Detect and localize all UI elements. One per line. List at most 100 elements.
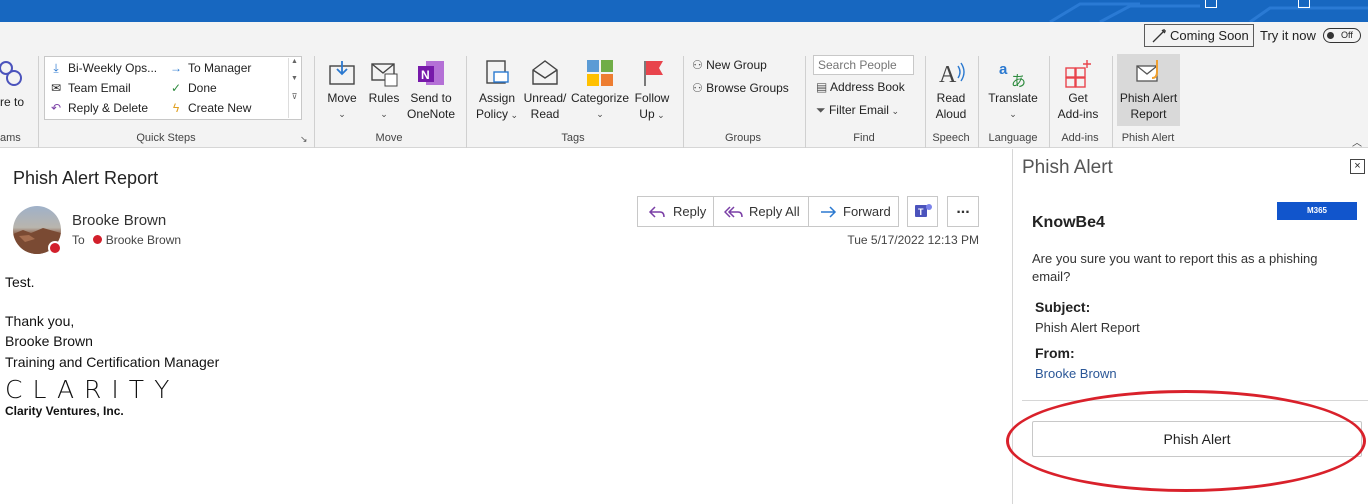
rules-button[interactable]: Rules ⌄: [366, 58, 402, 122]
chevron-down-icon: ⌄: [338, 109, 346, 119]
unread-label: Unread/: [523, 91, 567, 105]
email-date: Tue 5/17/2022 12:13 PM: [847, 233, 979, 247]
filter-email-label: Filter Email: [828, 103, 889, 117]
checkmark-icon: ✓: [170, 81, 182, 95]
recipient-name[interactable]: Brooke Brown: [106, 233, 181, 247]
address-book-button[interactable]: ▤ Address Book: [816, 80, 905, 94]
move-to-folder-icon: ⤓: [53, 61, 59, 75]
reply-all-icon: [724, 206, 743, 218]
more-actions-button[interactable]: ...: [947, 196, 979, 227]
presence-busy-icon: [92, 235, 102, 244]
restore-icon[interactable]: [1205, 0, 1217, 8]
svg-text:あ: あ: [1011, 72, 1026, 88]
onenote-icon: N: [418, 61, 444, 85]
svg-text:T: T: [918, 207, 924, 217]
reply-label: Reply: [673, 204, 707, 219]
forward-button[interactable]: Forward: [809, 197, 898, 226]
title-bar-decoration: [1049, 2, 1368, 22]
unread-read-button[interactable]: Unread/ Read: [522, 58, 568, 122]
coming-soon-button[interactable]: Coming Soon: [1144, 24, 1254, 47]
arrow-right-icon: →: [170, 61, 182, 75]
m365-badge: M365: [1277, 202, 1357, 220]
body-line: Thank you,: [5, 313, 75, 329]
highlight-circle: [1006, 390, 1366, 492]
chevron-down-icon: ⌄: [507, 110, 519, 120]
quick-step-create-new[interactable]: ϟ Create New: [168, 101, 252, 115]
phish-hook-envelope-icon: [1135, 60, 1158, 82]
categorize-button[interactable]: Categorize ⌄: [570, 58, 630, 122]
maximize-icon[interactable]: [1298, 0, 1310, 8]
quick-step-done[interactable]: ✓ Done: [168, 81, 217, 95]
phish-alert-report-button[interactable]: Phish Alert Report: [1117, 58, 1180, 122]
scroll-down-icon[interactable]: ▼: [289, 75, 300, 82]
lightning-icon: ϟ: [172, 101, 180, 115]
svg-text:N: N: [421, 68, 430, 82]
quick-step-label: Team Email: [68, 81, 131, 95]
rules-label: Rules: [368, 91, 400, 105]
close-icon[interactable]: ×: [1350, 159, 1365, 174]
dialog-launcher-icon[interactable]: ↘: [300, 134, 308, 145]
quick-step-label: Bi-Weekly Ops...: [68, 61, 158, 75]
quick-step-label: Reply & Delete: [68, 101, 149, 115]
up-label: Up: [639, 107, 655, 121]
translate-button[interactable]: aあ Translate ⌄: [984, 58, 1042, 122]
expand-gallery-icon[interactable]: ⊽: [289, 92, 300, 101]
quick-step-label: Create New: [188, 101, 252, 115]
groups-group-label: Groups: [724, 132, 762, 144]
reply-icon: [648, 206, 665, 218]
share-to-teams-button[interactable]: re to: [0, 58, 26, 109]
chevron-down-icon: ⌄: [1009, 109, 1017, 119]
search-people-input[interactable]: [813, 55, 914, 75]
share-to-teams-label: re to: [0, 95, 25, 109]
get-add-ins-button[interactable]: Get Add-ins: [1054, 58, 1102, 122]
translate-icon: aあ: [999, 61, 1026, 88]
quick-step-bi-weekly[interactable]: ⤓ Bi-Weekly Ops...: [48, 61, 157, 76]
new-group-button[interactable]: ⚇ New Group: [692, 58, 767, 72]
reply-all-label: Reply All: [749, 204, 800, 219]
collapse-ribbon-icon[interactable]: ︿: [1352, 134, 1362, 149]
filter-email-button[interactable]: ⏷ Filter Email ⌄: [816, 103, 899, 118]
chevron-down-icon: ⌄: [596, 109, 604, 119]
phish-alert-line1: Phish Alert: [1119, 91, 1178, 105]
company-name: Clarity Ventures, Inc.: [5, 404, 124, 418]
tags-group-label: Tags: [561, 132, 585, 144]
language-group-label: Language: [988, 132, 1038, 144]
confirm-question: Are you sure you want to report this as …: [1032, 251, 1318, 284]
reply-button[interactable]: Reply: [638, 197, 714, 226]
teams-icon: T: [915, 204, 932, 217]
assign-policy-icon: [486, 60, 509, 84]
assign-policy-button[interactable]: Assign Policy ⌄: [474, 58, 520, 123]
from-label: From:: [1035, 345, 1075, 361]
quick-step-to-manager[interactable]: → To Manager: [168, 61, 251, 75]
quick-step-reply-delete[interactable]: ↶ Reply & Delete: [48, 101, 148, 115]
teams-people-icon: [0, 61, 22, 86]
move-button[interactable]: Move ⌄: [322, 58, 362, 122]
read-aloud-button[interactable]: A Read Aloud: [930, 58, 972, 122]
scroll-up-icon[interactable]: ▲: [289, 58, 300, 65]
quick-step-label: To Manager: [188, 61, 252, 75]
reply-icon: ↶: [50, 101, 62, 115]
send-to-onenote-button[interactable]: N Send to OneNote: [404, 58, 458, 122]
quick-step-team-email[interactable]: ✉ Team Email: [48, 81, 131, 95]
coming-soon-label: Coming Soon: [1170, 28, 1249, 43]
quick-steps-scrollbar[interactable]: ▲ ▼ ⊽: [288, 58, 300, 118]
from-value[interactable]: Brooke Brown: [1035, 366, 1117, 381]
email-actions: Reply Reply All Forward: [637, 196, 899, 227]
follow-up-button[interactable]: Follow Up ⌄: [632, 58, 672, 123]
chevron-down-icon: ⌄: [654, 110, 665, 120]
quick-step-label: Done: [188, 81, 217, 95]
move-label: Move: [327, 91, 357, 105]
try-it-now-toggle[interactable]: Off: [1323, 28, 1361, 43]
separator: [38, 56, 39, 148]
onenote-label: OneNote: [406, 107, 456, 121]
reply-all-button[interactable]: Reply All: [714, 197, 809, 226]
new-group-icon: ⚇: [692, 58, 703, 72]
sender-name[interactable]: Brooke Brown: [72, 212, 166, 229]
subject-value: Phish Alert Report: [1035, 320, 1140, 335]
browse-groups-button[interactable]: ⚇ Browse Groups: [692, 81, 789, 95]
share-to-teams-button[interactable]: T: [907, 196, 938, 227]
aloud-label: Aloud: [935, 107, 967, 121]
add-ins-group-label: Add-ins: [1061, 132, 1099, 144]
forward-icon: [821, 206, 837, 218]
move-group-label: Move: [375, 132, 403, 144]
